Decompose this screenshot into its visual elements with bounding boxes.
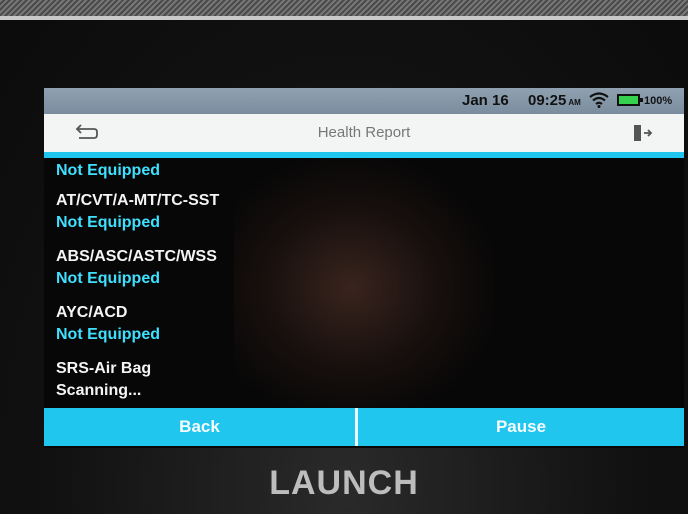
item-name: SRS-Air Bag bbox=[56, 360, 152, 377]
battery-icon bbox=[617, 94, 643, 106]
device-top-edge bbox=[0, 0, 688, 16]
title-bar: Health Report bbox=[44, 114, 684, 158]
list-item: ABS/ASC/ASTC/WSS Not Equipped bbox=[56, 246, 656, 302]
item-name: AT/CVT/A-MT/TC-SST bbox=[56, 192, 220, 209]
back-button[interactable]: Back bbox=[44, 408, 355, 446]
device-screen: Jan 16 09:25 AM 100% Health Report Not Eq… bbox=[44, 88, 684, 448]
footer-bar: Back Pause bbox=[44, 408, 684, 446]
item-status: Not Equipped bbox=[56, 162, 160, 179]
item-status: Not Equipped bbox=[56, 326, 160, 343]
item-status: Not Equipped bbox=[56, 270, 160, 287]
list-item: SRS-Air Bag Scanning... bbox=[56, 358, 656, 404]
status-time-value: 09:25 bbox=[528, 92, 567, 109]
brand-logo: LAUNCH bbox=[269, 464, 419, 502]
status-ampm: AM bbox=[568, 98, 581, 107]
exit-icon[interactable] bbox=[632, 122, 654, 144]
status-bar: Jan 16 09:25 AM 100% bbox=[44, 88, 684, 114]
health-report-list: Not Equipped AT/CVT/A-MT/TC-SST Not Equi… bbox=[56, 160, 656, 404]
page-title: Health Report bbox=[317, 124, 411, 141]
list-item: AT/CVT/A-MT/TC-SST Not Equipped bbox=[56, 190, 656, 246]
item-status: Scanning... bbox=[56, 382, 142, 399]
list-item: Not Equipped bbox=[56, 160, 656, 190]
status-date: Jan 16 bbox=[462, 92, 509, 109]
battery-percent: 100% bbox=[644, 95, 673, 107]
device-top-trim bbox=[0, 16, 688, 20]
wifi-icon bbox=[589, 92, 609, 108]
list-item: AYC/ACD Not Equipped bbox=[56, 302, 656, 358]
item-status: Not Equipped bbox=[56, 214, 160, 231]
status-time: 09:25 AM bbox=[528, 92, 581, 109]
item-name: ABS/ASC/ASTC/WSS bbox=[56, 248, 217, 265]
pause-button[interactable]: Pause bbox=[358, 408, 684, 446]
item-name: AYC/ACD bbox=[56, 304, 128, 321]
